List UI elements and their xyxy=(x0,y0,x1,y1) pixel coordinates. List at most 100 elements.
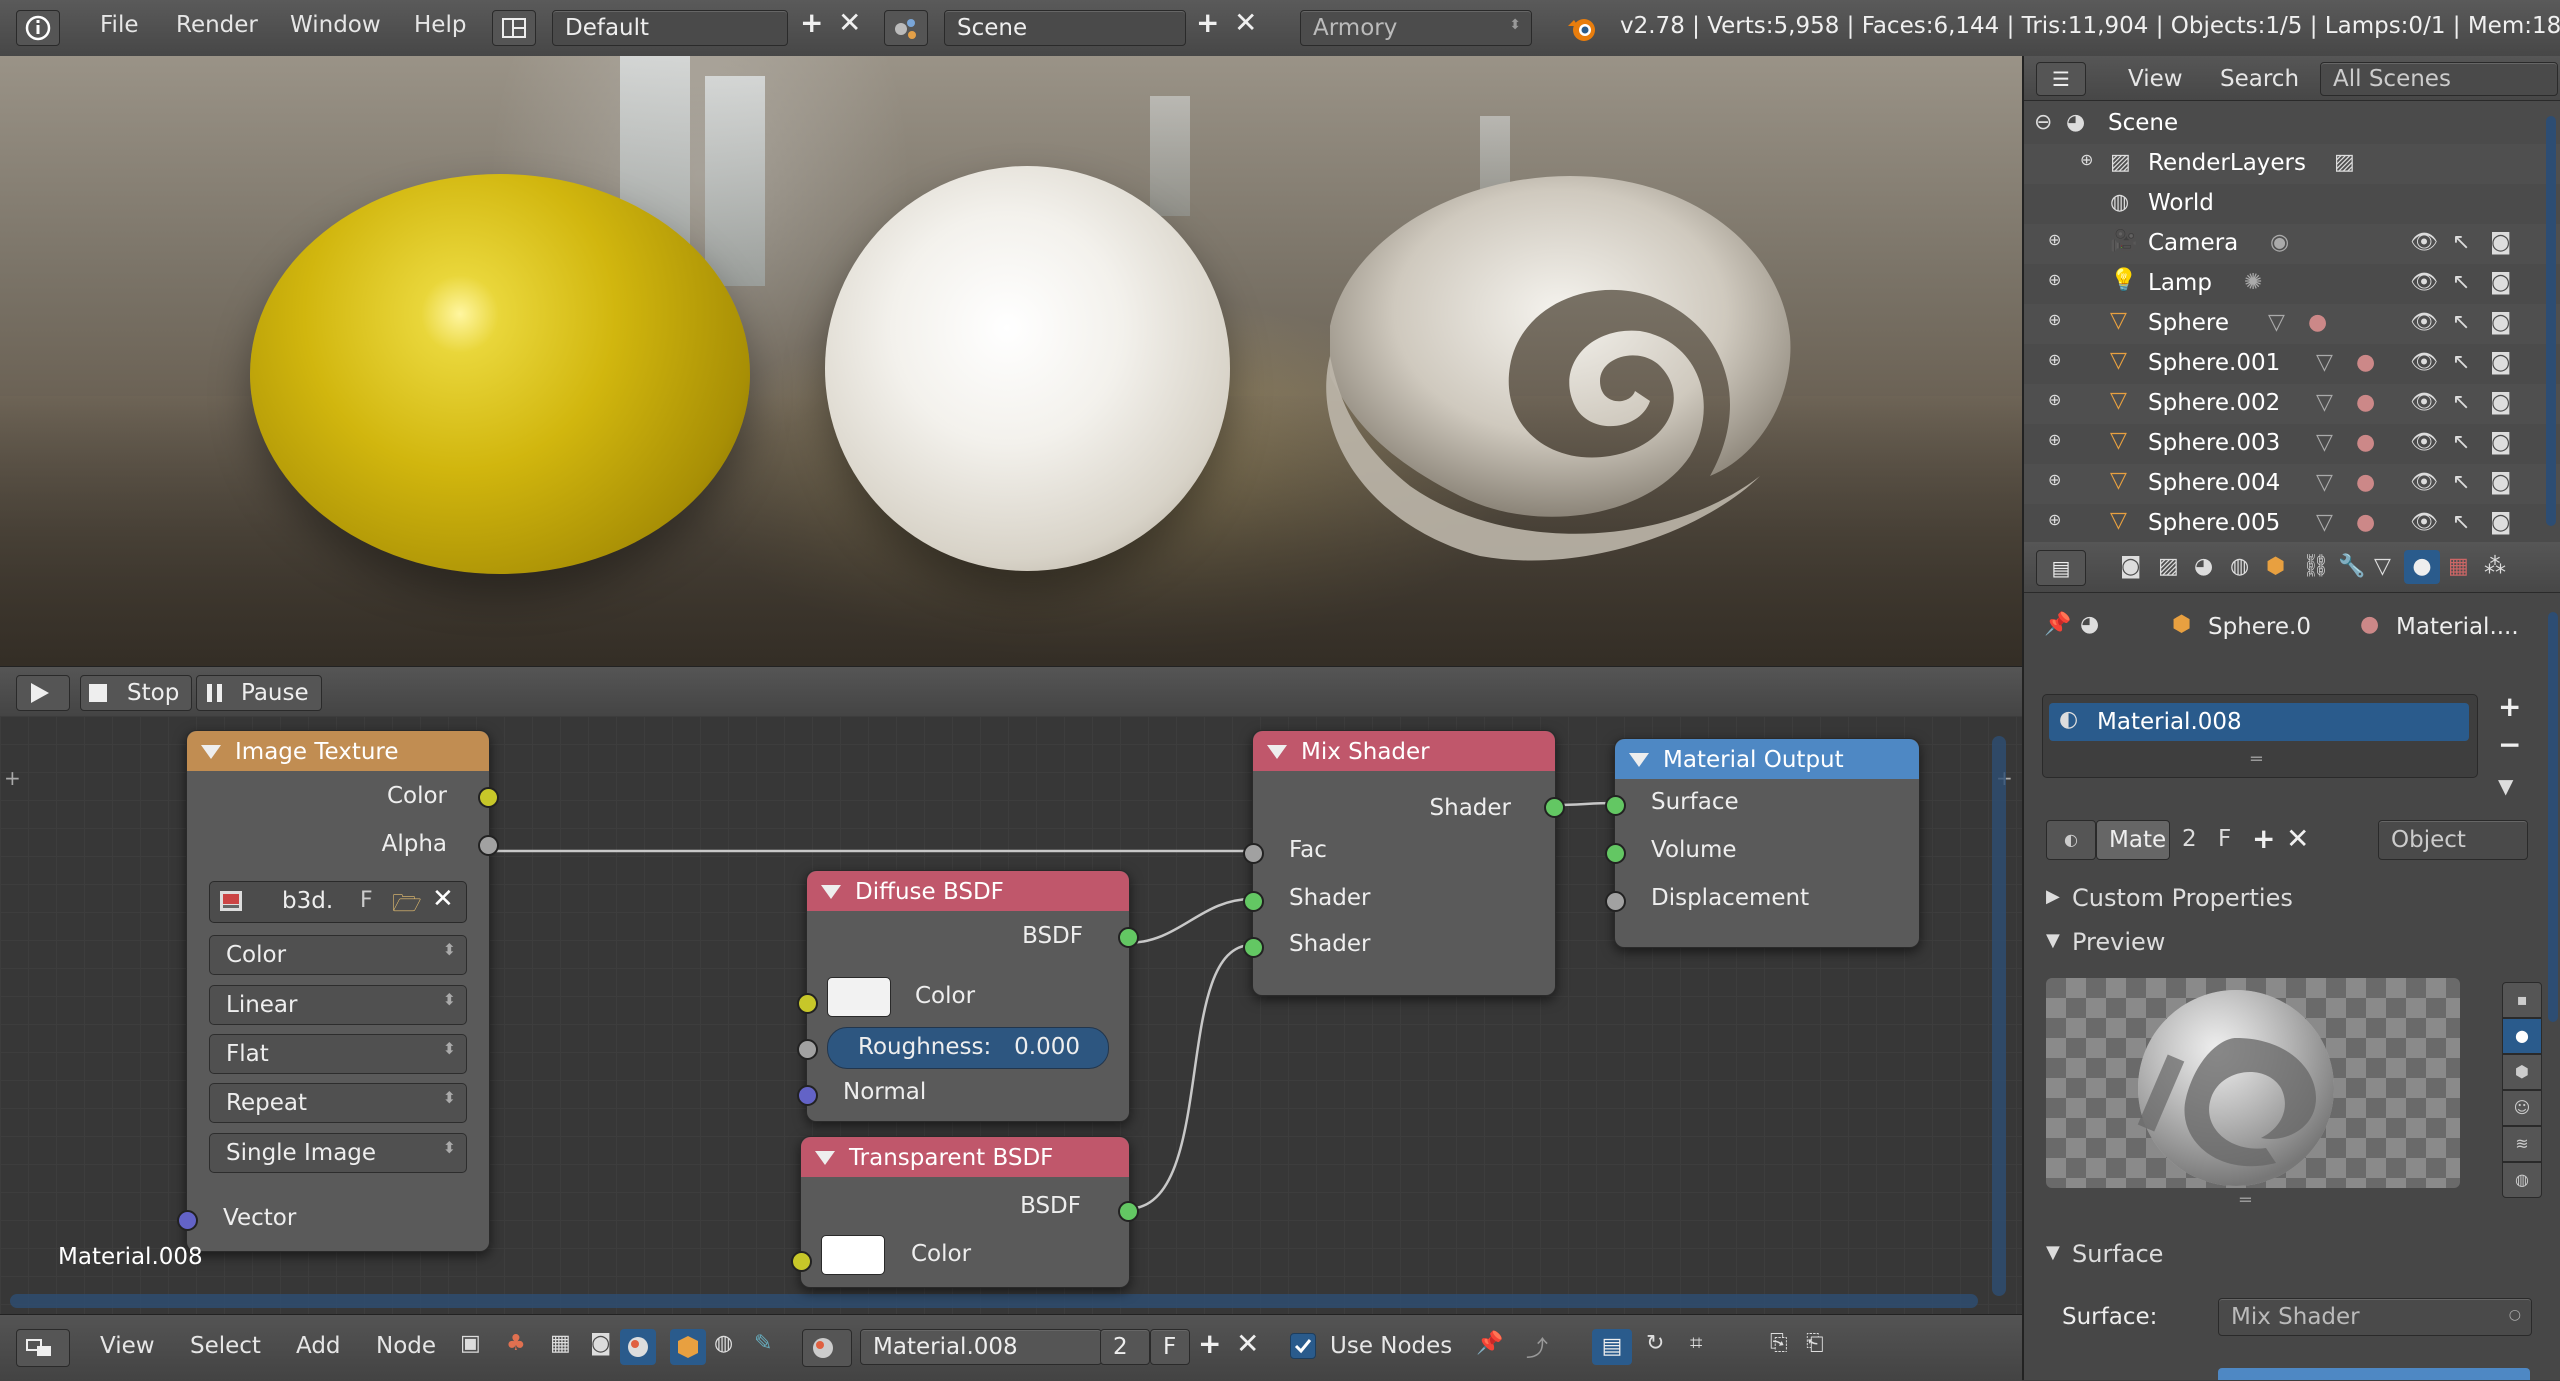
material-tab-icon[interactable]: ● xyxy=(2404,550,2440,584)
input-fac-socket[interactable] xyxy=(1243,843,1264,864)
renderable-camera-icon[interactable]: ◙ xyxy=(2490,510,2511,535)
outliner-menu-search[interactable]: Search xyxy=(2220,66,2299,92)
material-name-field[interactable]: Material.008 xyxy=(860,1329,1102,1365)
texture-tab-icon[interactable]: ▦ xyxy=(2448,554,2469,579)
image-name[interactable]: b3d. xyxy=(282,888,333,914)
expand-icon[interactable]: ⊕ xyxy=(2048,430,2061,449)
menu-view[interactable]: View xyxy=(100,1333,155,1359)
stop-button[interactable]: Stop xyxy=(80,675,192,711)
material-output-node-header[interactable]: Material Output xyxy=(1615,739,1919,779)
output-shader-socket[interactable] xyxy=(1544,797,1565,818)
preview-hair-icon[interactable]: ≋ xyxy=(2502,1126,2542,1162)
visibility-eye-icon[interactable]: 👁 xyxy=(2410,510,2438,535)
selectable-cursor-icon[interactable]: ↖ xyxy=(2452,270,2470,295)
input-displacement-socket[interactable] xyxy=(1605,891,1626,912)
outliner-row-sphere-005[interactable]: ⊕ ▽ Sphere.005 ▽ ● 👁 ↖ ◙ xyxy=(2024,504,2560,544)
renderable-camera-icon[interactable]: ◙ xyxy=(2490,230,2511,255)
visibility-eye-icon[interactable]: 👁 xyxy=(2410,390,2438,415)
renderable-camera-icon[interactable]: ◙ xyxy=(2490,270,2511,295)
collapse-triangle-icon[interactable] xyxy=(201,745,221,759)
outliner-row-sphere-001[interactable]: ⊕ ▽ Sphere.001 ▽ ● 👁 ↖ ◙ xyxy=(2024,344,2560,384)
input-normal-socket[interactable] xyxy=(797,1085,818,1106)
outliner-row-sphere[interactable]: ⊕ ▽ Sphere ▽ ● 👁 ↖ ◙ xyxy=(2024,304,2560,344)
outliner-menu-view[interactable]: View xyxy=(2128,66,2183,92)
node-editor[interactable]: + + Image Texture Color Alpha b3d. F 🗁 ✕… xyxy=(0,716,2022,1314)
projection-select[interactable]: Flat ⬍ xyxy=(209,1034,467,1074)
render-layers-tab-icon[interactable]: ▨ xyxy=(2158,554,2179,579)
preview-panel-header[interactable]: ▼ Preview xyxy=(2024,924,2544,964)
new-material-button[interactable]: + xyxy=(1198,1327,1221,1360)
display-mode-select[interactable]: All Scenes xyxy=(2320,62,2558,96)
menu-select[interactable]: Select xyxy=(190,1333,261,1359)
selectable-cursor-icon[interactable]: ↖ xyxy=(2452,310,2470,335)
input-shader-1-socket[interactable] xyxy=(1243,891,1264,912)
backdrop-icon[interactable]: ▤ xyxy=(1592,1329,1632,1365)
visibility-eye-icon[interactable]: 👁 xyxy=(2410,230,2438,255)
surface-panel-header[interactable]: ▼ Surface xyxy=(2024,1236,2544,1276)
menu-help[interactable]: Help xyxy=(414,12,466,38)
expand-icon[interactable]: ⊕ xyxy=(2048,390,2061,409)
renderable-camera-icon[interactable]: ◙ xyxy=(2490,390,2511,415)
constraints-tab-icon[interactable]: ⛓ xyxy=(2302,554,2330,579)
unlink-material-button[interactable]: ✕ xyxy=(2286,822,2309,855)
mix-shader-node-header[interactable]: Mix Shader xyxy=(1253,731,1555,771)
material-fake-user-button[interactable]: F xyxy=(2218,826,2231,852)
diffuse-bsdf-node-header[interactable]: Diffuse BSDF xyxy=(807,871,1129,911)
scene-icon[interactable] xyxy=(884,10,928,46)
input-roughness-socket[interactable] xyxy=(797,1039,818,1060)
outliner-row-sphere-002[interactable]: ⊕ ▽ Sphere.002 ▽ ● 👁 ↖ ◙ xyxy=(2024,384,2560,424)
scene-tab-icon[interactable]: ◕ xyxy=(2194,554,2213,579)
render-engine-select[interactable]: Armory ⬍ xyxy=(1300,10,1532,46)
color-space-select[interactable]: Color ⬍ xyxy=(209,935,467,975)
selectable-cursor-icon[interactable]: ↖ xyxy=(2452,430,2470,455)
list-resize-handle[interactable]: ═ xyxy=(2251,749,2262,770)
render-icon[interactable]: ◙ xyxy=(590,1331,611,1356)
collapse-triangle-icon[interactable] xyxy=(815,1151,835,1165)
visibility-eye-icon[interactable]: 👁 xyxy=(2410,270,2438,295)
renderable-camera-icon[interactable]: ◙ xyxy=(2490,430,2511,455)
screen-layout-icon[interactable] xyxy=(492,10,536,46)
paste-nodes-icon[interactable]: ⎗ xyxy=(1806,1331,1824,1356)
custom-properties-panel-header[interactable]: ▶ Custom Properties xyxy=(2024,880,2544,920)
modifiers-tab-icon[interactable]: 🔧 xyxy=(2338,554,2365,579)
object-tab-icon[interactable]: ⬢ xyxy=(2266,554,2285,579)
pin-icon[interactable]: 📌 xyxy=(2044,612,2071,637)
collapse-triangle-icon[interactable] xyxy=(1629,753,1649,767)
outliner-row-renderlayers[interactable]: ⊕ ▨ RenderLayers ▨ xyxy=(2024,144,2560,184)
pin-icon[interactable]: 📌 xyxy=(1476,1331,1503,1356)
material-browse-icon[interactable]: ◐ xyxy=(2046,820,2096,860)
parent-node-icon[interactable]: ⤴ xyxy=(1526,1331,1548,1363)
input-surface-socket[interactable] xyxy=(1605,795,1626,816)
selectable-cursor-icon[interactable]: ↖ xyxy=(2452,230,2470,255)
linestyle-icon[interactable]: ✎ xyxy=(754,1331,772,1356)
remove-scene-button[interactable]: ✕ xyxy=(1234,6,1257,39)
texture-tree-icon[interactable]: ▦ xyxy=(550,1331,571,1356)
preview-resize-handle[interactable]: ═ xyxy=(2240,1190,2251,1211)
output-bsdf-socket[interactable] xyxy=(1118,1201,1139,1222)
auto-offset-icon[interactable]: ↻ xyxy=(1646,1331,1664,1356)
world-tab-icon[interactable]: ◍ xyxy=(2230,554,2249,579)
menu-window[interactable]: Window xyxy=(290,12,381,38)
mix-shader-node[interactable]: Mix Shader Shader Fac Shader Shader xyxy=(1243,730,1565,996)
outliner-row-camera[interactable]: ⊕ 🎥 Camera ◉ 👁 ↖ ◙ xyxy=(2024,224,2560,264)
editor-type-icon[interactable] xyxy=(16,1329,70,1367)
input-vector-socket[interactable] xyxy=(177,1210,198,1231)
outliner[interactable]: ☰ View Search All Scenes ⊖ ◕ Scene ⊕ ▨ R… xyxy=(2022,56,2560,542)
material-users-count[interactable]: 2 xyxy=(2182,826,2197,852)
renderable-camera-icon[interactable]: ◙ xyxy=(2490,470,2511,495)
preview-sphere-icon[interactable]: ● xyxy=(2502,1018,2542,1054)
outliner-row-sphere-004[interactable]: ⊕ ▽ Sphere.004 ▽ ● 👁 ↖ ◙ xyxy=(2024,464,2560,504)
menu-file[interactable]: File xyxy=(100,12,139,38)
collapse-icon[interactable]: ⊖ xyxy=(2034,110,2052,135)
properties-editor[interactable]: ▤ ◙ ▨ ◕ ◍ ⬢ ⛓ 🔧 ▽ ● ▦ ⁂ 📌 ◕ ⬢ Sphere.0 ●… xyxy=(2022,542,2560,1380)
selectable-cursor-icon[interactable]: ↖ xyxy=(2452,470,2470,495)
image-texture-node-header[interactable]: Image Texture xyxy=(187,731,489,771)
expand-icon[interactable]: ⊕ xyxy=(2048,470,2061,489)
menu-node[interactable]: Node xyxy=(376,1333,436,1359)
menu-add[interactable]: Add xyxy=(296,1333,341,1359)
expand-icon[interactable]: ⊕ xyxy=(2048,230,2061,249)
interpolation-select[interactable]: Linear ⬍ xyxy=(209,985,467,1025)
scene-field[interactable]: Scene xyxy=(944,10,1186,46)
outliner-row-sphere-003[interactable]: ⊕ ▽ Sphere.003 ▽ ● 👁 ↖ ◙ xyxy=(2024,424,2560,464)
material-users-count[interactable]: 2 xyxy=(1100,1329,1150,1365)
